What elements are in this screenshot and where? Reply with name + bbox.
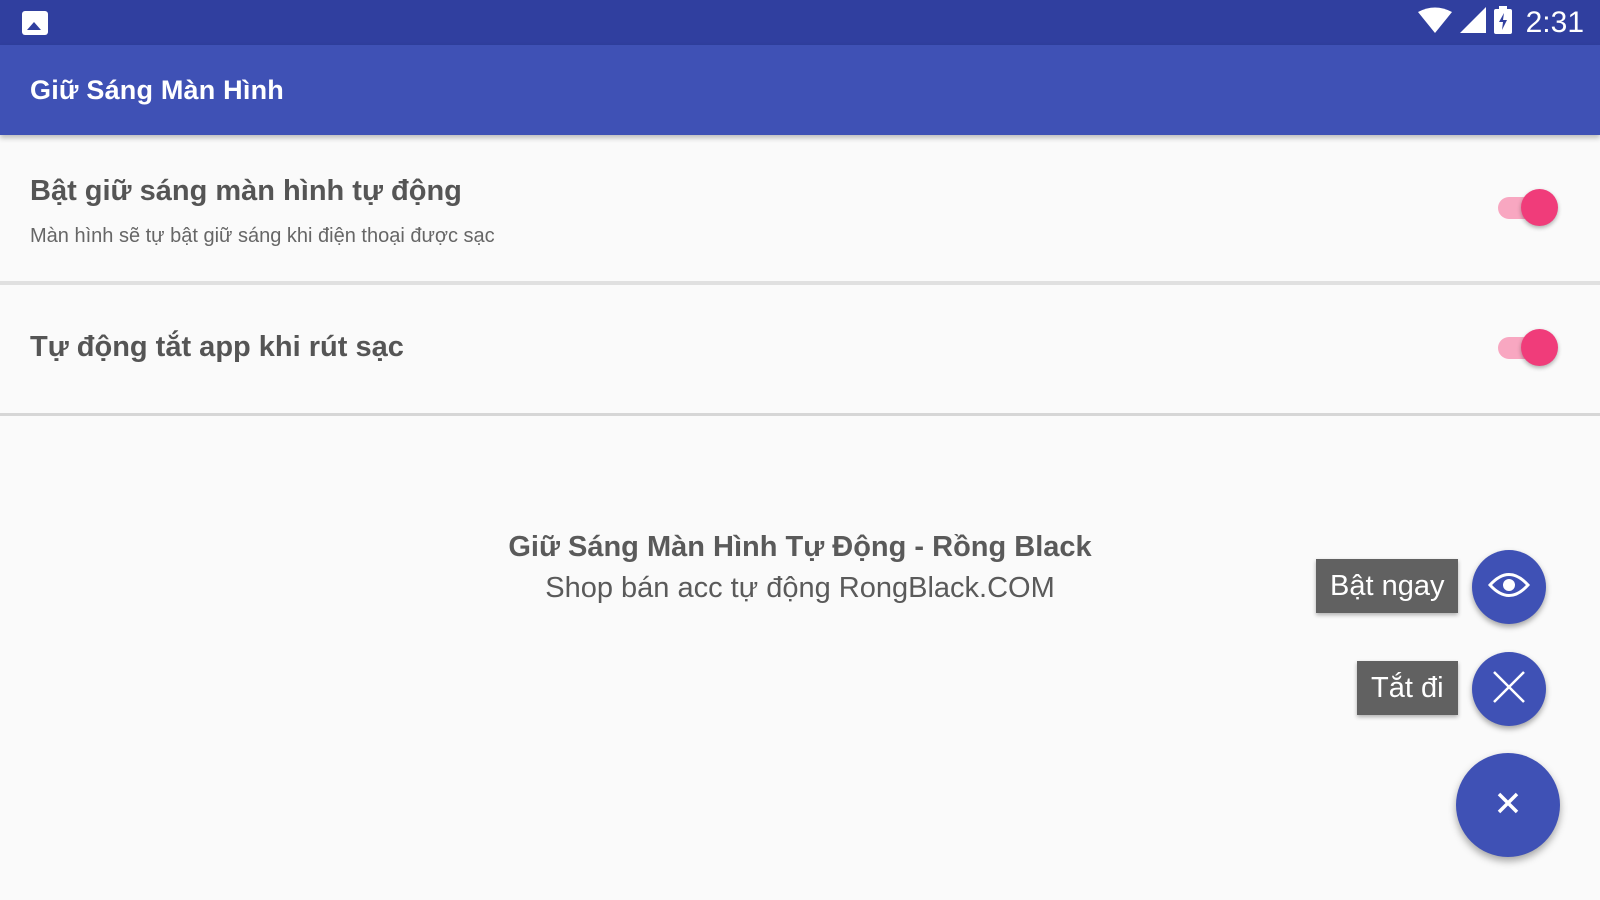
app-bar: Giữ Sáng Màn Hình xyxy=(0,45,1600,135)
turn-on-now-label[interactable]: Bật ngay xyxy=(1316,559,1459,613)
setting-subtitle: Màn hình sẽ tự bật giữ sáng khi điện tho… xyxy=(30,225,495,247)
status-bar: 2:31 xyxy=(0,0,1600,45)
setting-title: Bật giữ sáng màn hình tự động xyxy=(30,175,462,207)
app-title: Giữ Sáng Màn Hình xyxy=(30,74,284,105)
switch-thumb xyxy=(1521,329,1558,366)
battery-charging-icon xyxy=(1493,6,1512,39)
status-time: 2:31 xyxy=(1525,5,1584,39)
turn-off-label[interactable]: Tắt đi xyxy=(1357,661,1458,715)
turn-off-button[interactable] xyxy=(1472,652,1546,726)
eye-icon xyxy=(1487,570,1531,605)
turn-on-now-button[interactable] xyxy=(1472,550,1546,624)
auto-keep-screen-on-toggle[interactable] xyxy=(1496,187,1558,227)
auto-close-on-unplug-toggle[interactable] xyxy=(1496,327,1558,367)
wifi-icon xyxy=(1417,7,1452,38)
close-icon xyxy=(1496,791,1520,820)
signal-icon xyxy=(1459,7,1486,38)
switch-thumb xyxy=(1521,189,1558,226)
gallery-icon xyxy=(22,10,48,35)
setting-auto-keep-screen-on[interactable]: Bật giữ sáng màn hình tự động Màn hình s… xyxy=(0,135,1600,285)
fab-menu-toggle-button[interactable] xyxy=(1456,753,1560,857)
setting-title: Tự động tắt app khi rút sạc xyxy=(30,331,404,363)
setting-auto-close-on-unplug[interactable]: Tự động tắt app khi rút sạc xyxy=(0,289,1600,416)
close-icon xyxy=(1491,669,1527,710)
